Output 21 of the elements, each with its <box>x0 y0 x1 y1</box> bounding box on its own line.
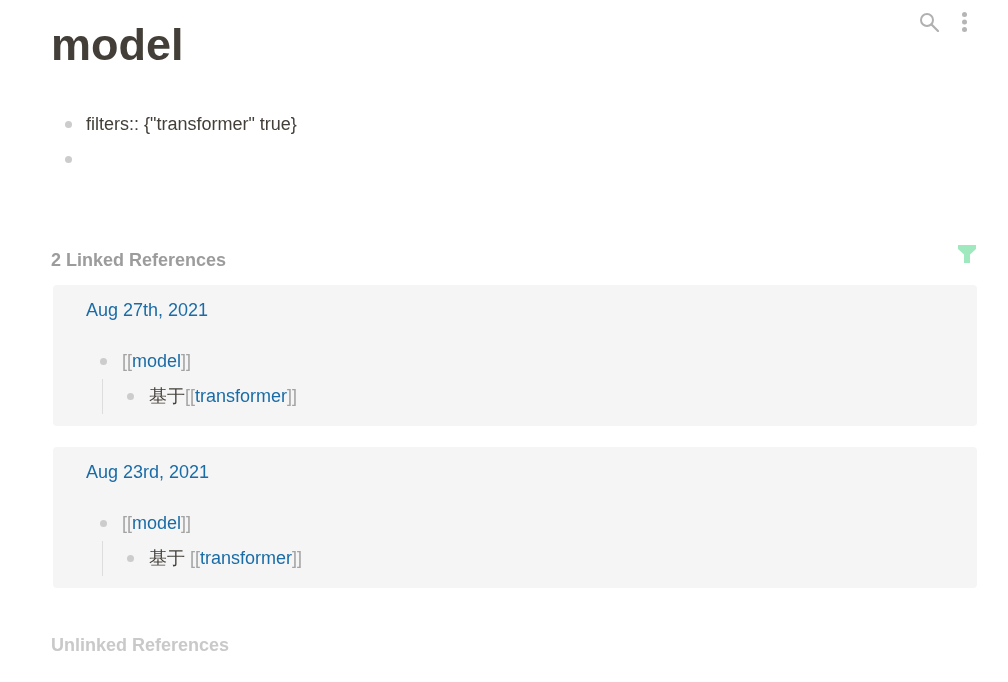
search-button[interactable] <box>917 10 941 34</box>
linked-references-heading: 2 Linked References <box>51 249 227 272</box>
bullet-icon[interactable] <box>100 358 107 365</box>
bullet-icon[interactable] <box>100 520 107 527</box>
page-title: model <box>51 18 184 72</box>
bullet-icon[interactable] <box>65 156 72 163</box>
page-reference-link[interactable]: [[transformer]] <box>190 545 303 572</box>
page-reference-link[interactable]: [[transformer]] <box>185 383 298 410</box>
search-icon <box>919 12 939 32</box>
bullet-icon[interactable] <box>65 121 72 128</box>
block-text: 基于 <box>149 547 186 570</box>
page-reference-link[interactable]: [[model]] <box>122 510 192 537</box>
page-link[interactable]: Aug 27th, 2021 <box>86 295 209 325</box>
filter-icon[interactable] <box>958 245 976 263</box>
page-reference-link[interactable]: [[model]] <box>122 348 192 375</box>
more-vertical-icon <box>962 12 967 32</box>
bullet-icon[interactable] <box>127 555 134 562</box>
block-text: filters:: {"transformer" true} <box>86 113 297 136</box>
page-link[interactable]: Aug 23rd, 2021 <box>86 457 210 487</box>
block-text: 基于 <box>149 385 185 408</box>
bullet-icon[interactable] <box>127 393 134 400</box>
